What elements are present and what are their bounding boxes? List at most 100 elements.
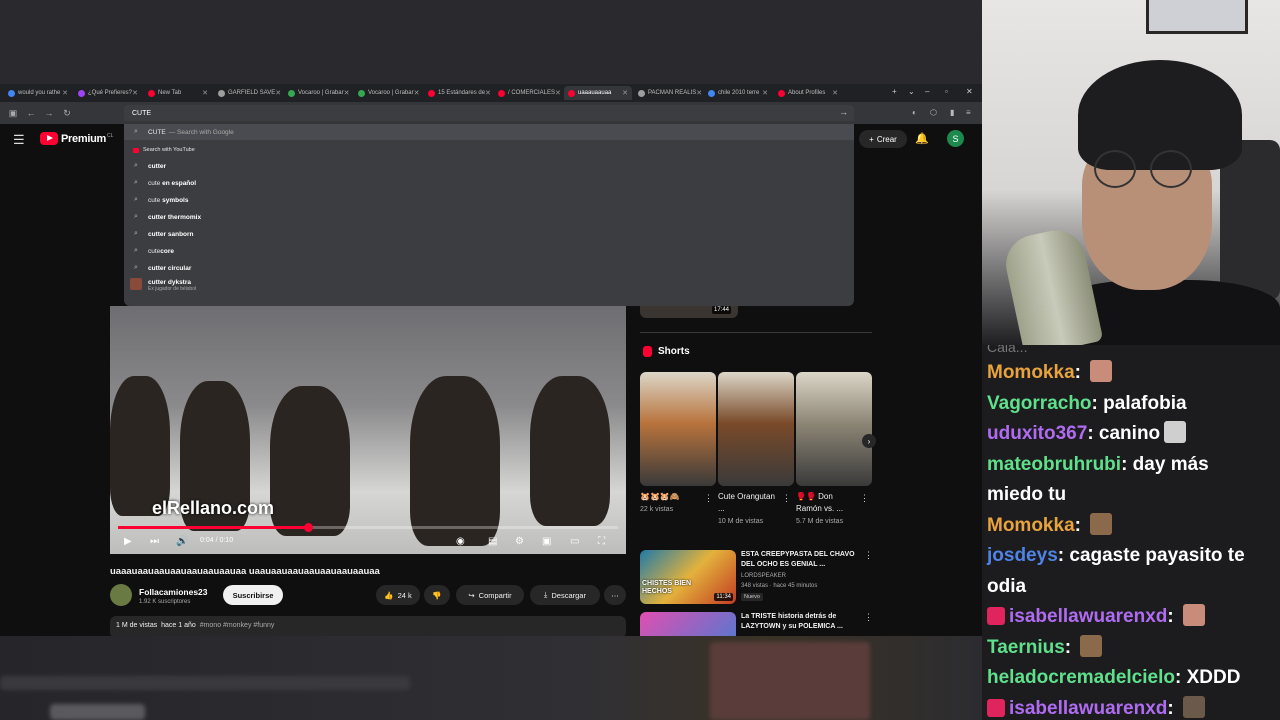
like-button[interactable]: 👍 24 k (376, 585, 420, 605)
tab-active[interactable]: uaaauaauaa ✕ (564, 86, 632, 100)
bell-icon[interactable]: 🔔 (915, 132, 929, 145)
tab[interactable]: ¿Qué Prefieres? ✕ (74, 86, 142, 100)
downloads-icon[interactable]: ▮ (950, 108, 954, 117)
tab[interactable]: About Profiles ✕ (774, 86, 842, 100)
tab-close-icon[interactable]: ✕ (344, 89, 350, 97)
more-options-icon[interactable]: ⋮ (864, 550, 873, 561)
new-tab-button[interactable]: + (892, 87, 897, 96)
account-avatar[interactable]: S (947, 130, 964, 147)
dislike-button[interactable]: 👎 (424, 585, 450, 605)
suggestion-item[interactable]: ⌕ cute en español (124, 175, 854, 191)
tab[interactable]: PACMAN REALIS ✕ (634, 86, 702, 100)
short-thumbnail[interactable] (796, 372, 872, 486)
next-button[interactable]: ⏭ (150, 536, 159, 547)
go-arrow-icon[interactable]: → (839, 107, 848, 117)
tab-close-icon[interactable]: ✕ (275, 89, 281, 97)
suggestion-item[interactable]: ⌕ cute symbols (124, 192, 854, 208)
sidebar-toggle-icon[interactable]: ▣ (8, 108, 18, 119)
short-title[interactable]: 🥊🥊 Don Ramón vs. ... (796, 491, 858, 515)
more-options-icon[interactable]: ⋮ (864, 612, 873, 623)
video-thumbnail[interactable] (640, 612, 736, 636)
miniplayer-button[interactable]: ▣ (542, 536, 551, 547)
search-with-youtube-chip[interactable]: Search with YouTube (124, 142, 854, 158)
tab-close-icon[interactable]: ✕ (696, 89, 702, 97)
omnibox-value[interactable]: CUTE (132, 110, 151, 117)
extensions-icon[interactable]: ⬡ (930, 108, 937, 117)
chat-username[interactable]: josdeys (987, 545, 1058, 566)
hashtags[interactable]: #mono #monkey #funny (200, 622, 275, 629)
tab-close-icon[interactable]: ✕ (622, 89, 628, 97)
tab-close-icon[interactable]: ✕ (132, 89, 138, 97)
subscribe-button[interactable]: Suscribirse (223, 585, 283, 605)
subtitles-button[interactable]: ▤ (488, 536, 497, 547)
fullscreen-button[interactable]: ⛶ (598, 536, 605, 547)
minimize-button[interactable]: – (925, 87, 929, 96)
chat-username[interactable]: heladocremadelcielo (987, 667, 1175, 688)
suggestion-item[interactable]: ⌕ cutter (124, 158, 854, 174)
short-thumbnail[interactable] (718, 372, 794, 486)
chat-username[interactable]: mateobruhrubi (987, 454, 1121, 475)
suggestion-item[interactable]: ⌕ cutter circular (124, 260, 854, 276)
short-more-icon[interactable]: ⋮ (704, 493, 713, 504)
menu-icon[interactable]: ≡ (966, 108, 971, 117)
suggestion-item[interactable]: ⌕ cutter thermomix (124, 209, 854, 225)
short-more-icon[interactable]: ⋮ (782, 493, 791, 504)
channel-name[interactable]: LORDSPEAKER (741, 572, 786, 581)
settings-gear-icon[interactable]: ⚙ (515, 536, 524, 547)
close-window-button[interactable]: ✕ (966, 87, 973, 96)
tab-close-icon[interactable]: ✕ (62, 89, 68, 97)
shorts-next-button[interactable]: › (862, 434, 876, 448)
reload-button[interactable]: ↻ (62, 108, 72, 119)
video-player[interactable]: elRellano.com ▶ ⏭ 🔊 0:04 / 0:10 ◉ ▤ ⚙ ▣ … (110, 306, 626, 554)
tab-close-icon[interactable]: ✕ (202, 89, 208, 97)
tab[interactable]: GARFIELD SAVE ✕ (214, 86, 282, 100)
chat-username[interactable]: Taernius (987, 637, 1065, 658)
tab-close-icon[interactable]: ✕ (555, 89, 561, 97)
short-more-icon[interactable]: ⋮ (860, 493, 869, 504)
tab[interactable]: 15 Estándares de ✕ (424, 86, 492, 100)
tab[interactable]: chile 2010 terre ✕ (704, 86, 772, 100)
progress-scrubber[interactable] (304, 523, 313, 532)
chat-username[interactable]: isabellawuarenxd (1009, 698, 1167, 719)
chat-username[interactable]: Vagorracho (987, 393, 1092, 414)
tab-close-icon[interactable]: ✕ (414, 89, 420, 97)
youtube-premium-logo[interactable]: Premium CL (40, 132, 113, 145)
play-button[interactable]: ▶ (124, 536, 132, 547)
tab[interactable]: New Tab ✕ (144, 86, 212, 100)
maximize-button[interactable]: ▫ (945, 87, 948, 96)
suggestion-google-search[interactable]: ⌕ CUTE — Search with Google (124, 124, 854, 140)
tab-close-icon[interactable]: ✕ (485, 89, 491, 97)
channel-avatar[interactable] (110, 584, 132, 606)
short-title[interactable]: Cute Orangutan ... (718, 491, 780, 515)
chat-username[interactable]: Momokka (987, 362, 1075, 383)
video-thumbnail[interactable]: CHISTES BIEN HECHOS 11:34 (640, 550, 736, 604)
hamburger-menu-icon[interactable]: ☰ (13, 132, 25, 148)
video-title[interactable]: La TRISTE historia detrás de LAZYTOWN y … (741, 612, 861, 632)
create-button[interactable]: + Crear (859, 130, 907, 148)
video-title[interactable]: ESTA CREEPYPASTA DEL CHAVO DEL OCHO ES G… (741, 550, 861, 570)
suggestion-item[interactable]: cutter dykstra Ex jugador de béisbol (124, 277, 854, 293)
download-button[interactable]: ⤓ Descargar (530, 585, 600, 605)
progress-bar[interactable] (118, 523, 618, 532)
volume-icon[interactable]: 🔊 (176, 536, 188, 547)
more-actions-button[interactable]: ⋯ (604, 585, 626, 605)
tab[interactable]: / COMERCIALES ✕ (494, 86, 562, 100)
tab[interactable]: Vocaroo | Grabar ✕ (284, 86, 352, 100)
suggestion-item[interactable]: ⌕ cutecore (124, 243, 854, 259)
description-box[interactable]: 1 M de vistas hace 1 año #mono #monkey #… (110, 616, 626, 636)
suggestion-item[interactable]: ⌕ cutter sanborn (124, 226, 854, 242)
autoplay-toggle[interactable]: ◉ (456, 536, 465, 547)
forward-button[interactable]: → (44, 108, 54, 118)
short-title[interactable]: 🐹🐹🐹🙈 (640, 491, 702, 503)
short-thumbnail[interactable] (640, 372, 716, 486)
tab[interactable]: would you rathe ✕ (4, 86, 72, 100)
chat-username[interactable]: Momokka (987, 515, 1075, 536)
tab-close-icon[interactable]: ✕ (762, 89, 768, 97)
back-button[interactable]: ← (26, 108, 36, 118)
theater-mode-button[interactable]: ▭ (570, 536, 579, 547)
share-button[interactable]: ↪ Compartir (456, 585, 524, 605)
address-bar[interactable]: CUTE → (124, 105, 854, 121)
profile-icon[interactable]: ◐ (912, 108, 917, 117)
chat-username[interactable]: isabellawuarenxd (1009, 606, 1167, 627)
tab[interactable]: Vocaroo | Grabar ✕ (354, 86, 422, 100)
